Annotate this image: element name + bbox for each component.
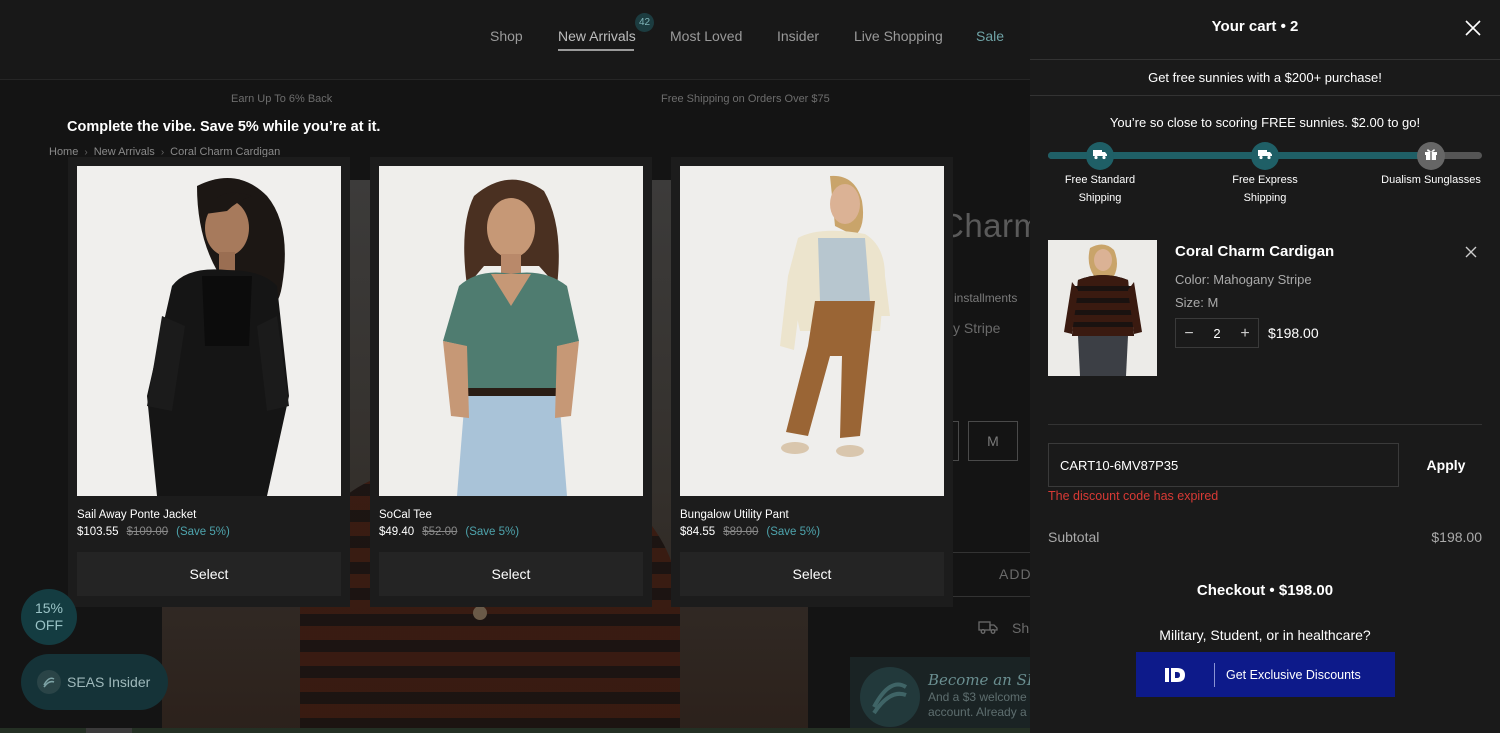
milestone-standard-shipping (1086, 142, 1114, 170)
cart-title: Your cart • 2 (1211, 18, 1299, 35)
product-image[interactable] (680, 166, 944, 496)
upsell-title: Complete the vibe. Save 5% while you’re … (67, 119, 381, 135)
milestone-sunglasses (1417, 142, 1445, 170)
color-text-fragment: y Stripe (953, 320, 1001, 336)
save-percent: (Save 5%) (465, 526, 520, 538)
sale-price: $84.55 (680, 526, 716, 538)
insider-promo-text-2: account. Already a (928, 705, 1027, 719)
product-image[interactable] (379, 166, 643, 496)
decrease-quantity-minus-icon[interactable]: − (1181, 325, 1197, 341)
cart-header: Your cart • 2 (1030, 0, 1500, 60)
subtotal-label: Subtotal (1048, 529, 1100, 545)
select-button[interactable]: Select (680, 552, 944, 596)
product-sweater-button (473, 606, 487, 620)
upsell-card-socal-tee: SoCal Tee $49.40 $52.00 (Save 5%) Select (370, 157, 652, 607)
id-me-button-label: Get Exclusive Discounts (1226, 667, 1361, 682)
nav-active-underline (558, 49, 634, 51)
discount-code-input[interactable] (1048, 443, 1399, 487)
discount-error-message: The discount code has expired (1048, 489, 1219, 503)
select-button[interactable]: Select (77, 552, 341, 596)
quantity-value[interactable]: 2 (1213, 326, 1220, 341)
close-icon[interactable] (1462, 17, 1484, 39)
cart-item-price: $198.00 (1268, 325, 1319, 341)
product-name[interactable]: SoCal Tee (379, 509, 432, 521)
select-button[interactable]: Select (379, 552, 643, 596)
sale-price: $103.55 (77, 526, 119, 538)
promo-rewards-text: Earn Up To 6% Back (231, 93, 333, 105)
military-discount-text: Military, Student, or in healthcare? (1159, 627, 1371, 643)
progress-message: You’re so close to scoring FREE sunnies.… (1109, 115, 1421, 130)
upsell-card-sail-away-jacket: Sail Away Ponte Jacket $103.55 $109.00 (… (68, 157, 350, 607)
product-prices: $84.55 $89.00 (Save 5%) (680, 526, 820, 538)
upsell-card-bungalow-pant: Bungalow Utility Pant $84.55 $89.00 (Sav… (671, 157, 953, 607)
truck-icon (1257, 147, 1273, 166)
cart-item-name[interactable]: Coral Charm Cardigan (1175, 243, 1334, 260)
milestone-label-line: Shipping (1243, 192, 1287, 204)
milestone-label-line: Free Standard (1064, 174, 1136, 186)
cart-promo-banner: Get free sunnies with a $200+ purchase! (1030, 61, 1500, 96)
milestone-label-line: Shipping (1078, 192, 1122, 204)
breadcrumb-chevron-icon: › (160, 146, 165, 158)
insider-promo-text-1: And a $3 welcome (928, 690, 1027, 704)
gift-icon (1424, 147, 1438, 166)
nav-shop[interactable]: Shop (490, 28, 523, 44)
save-percent: (Save 5%) (766, 526, 821, 538)
id-me-logo-icon (1136, 666, 1214, 684)
seas-logo-icon (860, 667, 920, 727)
new-arrivals-badge: 42 (635, 13, 654, 32)
nav-sale[interactable]: Sale (976, 28, 1004, 44)
compare-price: $89.00 (723, 526, 759, 538)
id-me-discount-button[interactable]: Get Exclusive Discounts (1136, 652, 1395, 697)
milestone-label-standard: Free Standard Shipping (1040, 171, 1160, 207)
checkout-button[interactable]: Checkout • $198.00 (1048, 568, 1482, 614)
nav-insider[interactable]: Insider (777, 28, 819, 44)
seas-wave-icon (37, 670, 61, 694)
product-prices: $49.40 $52.00 (Save 5%) (379, 526, 519, 538)
discount-badge-percent: 15% (34, 600, 64, 616)
discount-badge-button[interactable]: 15% OFF (21, 589, 77, 645)
save-percent: (Save 5%) (176, 526, 230, 538)
bottom-strip (0, 728, 1030, 733)
compare-price: $52.00 (422, 526, 458, 538)
breadcrumb-chevron-icon: › (84, 146, 88, 158)
seas-insider-button[interactable]: SEAS Insider (21, 654, 168, 710)
shipping-truck-icon (978, 618, 998, 636)
subtotal-value: $198.00 (1431, 529, 1482, 545)
cart-item-image[interactable] (1048, 240, 1157, 376)
seas-insider-label: SEAS Insider (67, 674, 151, 690)
milestone-label-express: Free Express Shipping (1205, 171, 1325, 207)
milestone-label-line: Dualism Sunglasses (1381, 174, 1481, 186)
nav-new-arrivals[interactable]: New Arrivals (558, 28, 636, 44)
remove-item-icon[interactable] (1463, 244, 1479, 260)
bottom-strip-segment (86, 728, 132, 733)
shipping-text-fragment: Sh (1012, 620, 1030, 636)
apply-button[interactable]: Apply (1410, 443, 1482, 487)
installments-text-fragment: e installments (944, 291, 1018, 305)
quantity-stepper: − 2 + (1175, 318, 1259, 348)
cart-item-color: Color: Mahogany Stripe (1175, 272, 1312, 287)
discount-badge-off: OFF (35, 617, 63, 633)
increase-quantity-plus-icon[interactable]: + (1237, 325, 1253, 341)
divider (1048, 424, 1482, 425)
milestone-label-sunglasses: Dualism Sunglasses (1371, 171, 1491, 189)
compare-price: $109.00 (126, 526, 169, 538)
product-name[interactable]: Sail Away Ponte Jacket (77, 509, 196, 521)
milestone-express-shipping (1251, 142, 1279, 170)
add-to-cart-label-fragment[interactable]: ADD (999, 566, 1032, 582)
product-name[interactable]: Bungalow Utility Pant (680, 509, 789, 521)
nav-live-shopping[interactable]: Live Shopping (854, 28, 943, 44)
nav-most-loved[interactable]: Most Loved (670, 28, 742, 44)
promo-shipping-text: Free Shipping on Orders Over $75 (661, 93, 830, 105)
product-prices: $103.55 $109.00 (Save 5%) (77, 526, 230, 538)
cart-item-size: Size: M (1175, 295, 1219, 310)
page: Shop New Arrivals 42 Most Loved Insider … (0, 0, 1500, 733)
product-image[interactable] (77, 166, 341, 496)
truck-icon (1092, 147, 1108, 166)
sale-price: $49.40 (379, 526, 415, 538)
size-option-m[interactable]: M (968, 421, 1018, 461)
top-navigation: Shop New Arrivals 42 Most Loved Insider … (0, 0, 1030, 80)
product-title-fragment: Charm (940, 207, 1042, 244)
milestone-label-line: Free Express (1232, 174, 1298, 186)
cart-drawer: Your cart • 2 Get free sunnies with a $2… (1030, 0, 1500, 733)
